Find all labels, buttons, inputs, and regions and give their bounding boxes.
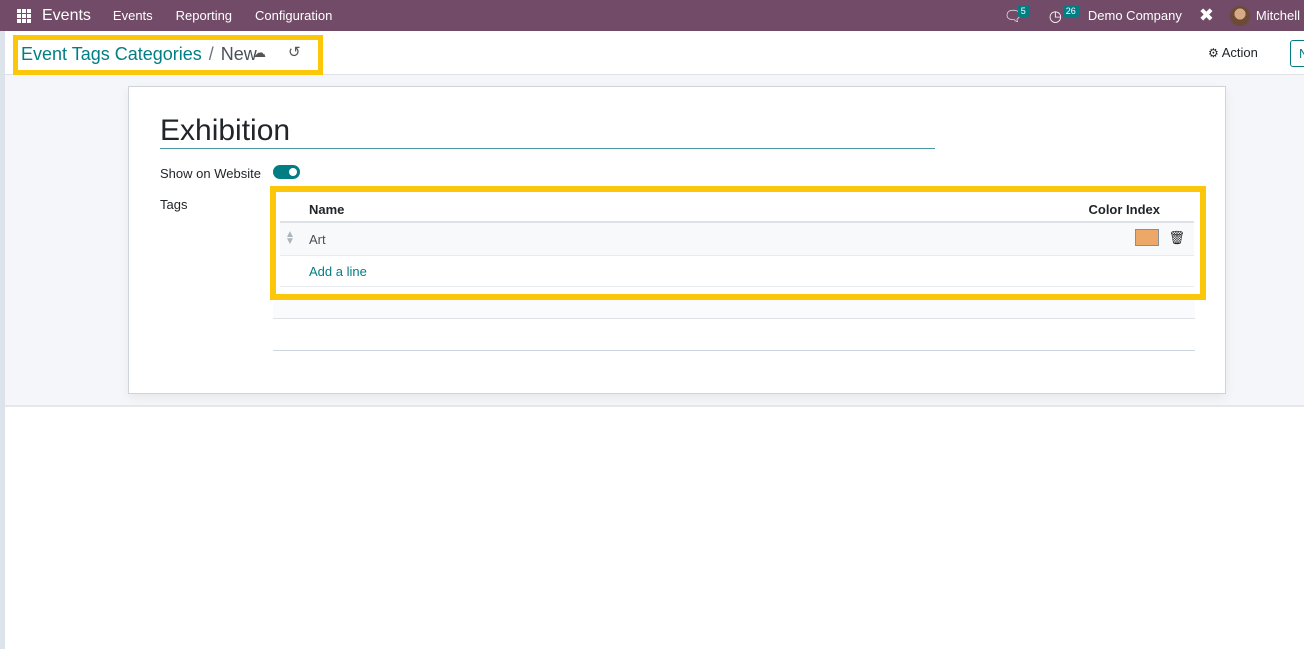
menu-reporting[interactable]: Reporting bbox=[176, 8, 232, 23]
show-on-website-toggle[interactable] bbox=[273, 165, 300, 179]
menu-events[interactable]: Events bbox=[113, 8, 153, 23]
messages-badge: 5 bbox=[1017, 4, 1029, 17]
show-on-website-label: Show on Website bbox=[160, 166, 261, 181]
apps-menu-icon[interactable] bbox=[17, 8, 31, 23]
discard-icon[interactable]: ↺ bbox=[288, 43, 301, 61]
breadcrumb-current: New bbox=[220, 43, 257, 64]
title-input[interactable]: Exhibition bbox=[160, 112, 935, 149]
action-button[interactable]: ⚙ Action bbox=[1208, 45, 1258, 60]
menu-configuration[interactable]: Configuration bbox=[255, 8, 332, 23]
gear-icon: ⚙ bbox=[1208, 45, 1219, 60]
clock-icon: ◷ bbox=[1048, 7, 1062, 25]
app-name[interactable]: Events bbox=[42, 7, 91, 25]
breadcrumb-separator: / bbox=[208, 43, 214, 64]
new-button[interactable]: N bbox=[1290, 40, 1304, 67]
action-label: Action bbox=[1221, 45, 1258, 60]
highlight-box-tags bbox=[270, 186, 1206, 300]
save-cloud-icon[interactable]: ☁ bbox=[253, 45, 266, 61]
top-navbar: Events Events Reporting Configuration 🗨 … bbox=[0, 0, 1304, 31]
debug-tools-icon[interactable]: ✖ bbox=[1199, 5, 1214, 26]
table-filler-row bbox=[273, 319, 1195, 351]
table-filler-row bbox=[273, 300, 1195, 319]
messages-button[interactable]: 🗨 5 bbox=[1004, 4, 1029, 25]
user-avatar[interactable] bbox=[1229, 5, 1250, 26]
breadcrumb-parent[interactable]: Event Tags Categories bbox=[21, 44, 202, 65]
tags-label: Tags bbox=[160, 197, 188, 212]
user-name[interactable]: Mitchell bbox=[1256, 8, 1300, 23]
activities-button[interactable]: ◷ 26 bbox=[1048, 4, 1079, 25]
breadcrumb: Event Tags Categories / New bbox=[21, 42, 257, 66]
company-switcher[interactable]: Demo Company bbox=[1088, 8, 1182, 23]
activities-badge: 26 bbox=[1062, 4, 1079, 17]
